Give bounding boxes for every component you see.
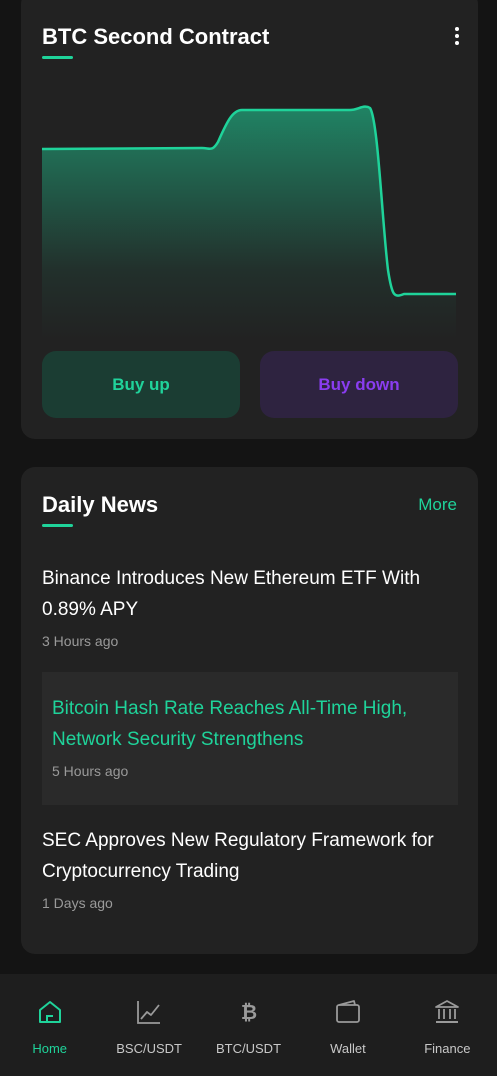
contract-title: BTC Second Contract: [42, 24, 270, 49]
nav-label: Finance: [424, 1041, 471, 1056]
news-title-underline: [42, 524, 73, 527]
bottom-navigation: Home BSC/USDT ₿ BTC/USDT Wallet Finance: [0, 974, 497, 1076]
svg-text:₿: ₿: [240, 1000, 256, 1024]
news-item-time: 1 Days ago: [42, 895, 113, 911]
nav-finance[interactable]: Finance: [398, 974, 497, 1076]
more-news-link[interactable]: More: [418, 495, 457, 515]
news-item-time: 3 Hours ago: [42, 633, 119, 649]
news-item[interactable]: SEC Approves New Regulatory Framework fo…: [42, 825, 458, 911]
nav-label: Home: [32, 1041, 68, 1056]
news-item-time: 5 Hours ago: [52, 763, 129, 779]
contract-card: BTC Second Contract Buy up Buy down: [21, 0, 478, 439]
nav-label: Wallet: [330, 1041, 366, 1056]
news-item-highlighted[interactable]: Bitcoin Hash Rate Reaches All-Time High,…: [42, 672, 458, 805]
more-vertical-icon[interactable]: [450, 27, 464, 49]
nav-label: BSC/USDT: [116, 1041, 182, 1056]
nav-wallet[interactable]: Wallet: [298, 974, 397, 1076]
bank-icon: [432, 997, 462, 1027]
news-item-title: Bitcoin Hash Rate Reaches All-Time High,…: [52, 698, 408, 750]
news-item-title: Binance Introduces New Ethereum ETF With…: [42, 568, 421, 620]
line-chart-icon: [134, 997, 164, 1027]
buy-up-button[interactable]: Buy up: [42, 351, 240, 418]
nav-btc-usdt[interactable]: ₿ BTC/USDT: [199, 974, 298, 1076]
bitcoin-icon: ₿: [234, 997, 264, 1027]
buy-down-button[interactable]: Buy down: [260, 351, 458, 418]
price-area: [42, 106, 456, 340]
app-root: BTC Second Contract Buy up Buy down Dail…: [0, 0, 497, 1076]
title-underline: [42, 56, 73, 59]
nav-label: BTC/USDT: [216, 1041, 282, 1056]
news-section-title: Daily News: [42, 492, 159, 517]
news-item[interactable]: Binance Introduces New Ethereum ETF With…: [42, 563, 458, 649]
home-icon: [35, 997, 65, 1027]
price-chart: [42, 105, 456, 340]
news-item-title: SEC Approves New Regulatory Framework fo…: [42, 830, 434, 882]
nav-bsc-usdt[interactable]: BSC/USDT: [99, 974, 198, 1076]
nav-home[interactable]: Home: [0, 974, 99, 1076]
daily-news-card: Daily News More Binance Introduces New E…: [21, 467, 478, 954]
wallet-icon: [333, 997, 363, 1027]
